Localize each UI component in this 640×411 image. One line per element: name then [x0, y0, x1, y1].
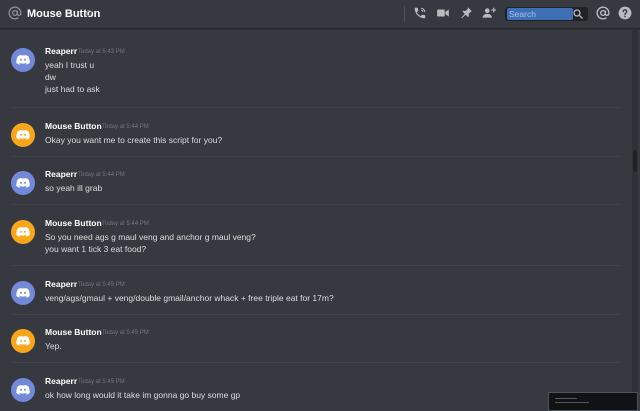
- add-friend-icon[interactable]: [481, 6, 497, 20]
- message-text: yeah I trust u: [45, 60, 95, 70]
- message-timestamp: Today at 5:45 PM: [78, 282, 125, 288]
- scrollbar-thumb[interactable]: [633, 150, 637, 172]
- screen-preview-thumbnail: [548, 392, 638, 411]
- message-text: so yeah ill grab: [45, 183, 103, 193]
- message-divider: [12, 314, 620, 315]
- at-mentions-icon[interactable]: [596, 6, 610, 20]
- message-text: dw: [45, 72, 56, 82]
- message-divider: [12, 362, 620, 363]
- message-timestamp: Today at 5:44 PM: [78, 172, 125, 178]
- avatar[interactable]: [11, 378, 35, 402]
- message-author[interactable]: Mouse Button: [45, 218, 102, 229]
- message-text: So you need ags g maul veng and anchor g…: [45, 232, 256, 242]
- message-author[interactable]: Reaperr: [45, 279, 77, 290]
- message-author[interactable]: Reaperr: [45, 376, 77, 387]
- discord-logo-icon: [16, 178, 30, 188]
- message-text: ok how long would it take im gonna go bu…: [45, 390, 241, 400]
- message-author[interactable]: Reaperr: [45, 169, 77, 180]
- dm-window: Mouse Button Search Reaperr Today at 5:4…: [0, 0, 640, 411]
- discord-logo-icon: [16, 385, 30, 395]
- channel-header: Mouse Button Search: [0, 0, 640, 29]
- message-text: Okay you want me to create this script f…: [45, 135, 223, 145]
- discord-logo-icon: [16, 288, 30, 298]
- scrollbar-track[interactable]: [632, 29, 638, 411]
- avatar[interactable]: [11, 123, 35, 147]
- message-author[interactable]: Reaperr: [45, 46, 77, 57]
- message-divider: [12, 265, 620, 266]
- avatar[interactable]: [11, 48, 35, 72]
- message-timestamp: Today at 5:45 PM: [78, 379, 125, 385]
- avatar[interactable]: [11, 281, 35, 305]
- message-author[interactable]: Mouse Button: [45, 121, 102, 132]
- video-call-icon[interactable]: [436, 6, 450, 20]
- thumbnail-line: [555, 402, 589, 403]
- message-timestamp: Today at 5:44 PM: [102, 221, 149, 227]
- avatar[interactable]: [11, 171, 35, 195]
- pin-icon[interactable]: [459, 6, 473, 20]
- discord-logo-icon: [16, 130, 30, 140]
- offline-status-icon: [86, 10, 92, 16]
- message-timestamp: Today at 5:43 PM: [78, 49, 125, 55]
- message-text: just had to ask: [45, 84, 100, 94]
- at-sign-icon: [8, 6, 22, 20]
- message-author[interactable]: Mouse Button: [45, 327, 102, 338]
- message-text: Yep.: [45, 341, 62, 351]
- search-icon[interactable]: [572, 8, 584, 20]
- message-list[interactable]: Reaperr Today at 5:43 PM yeah I trust u …: [0, 29, 630, 411]
- header-divider: [404, 6, 405, 22]
- discord-logo-icon: [16, 227, 30, 237]
- message-timestamp: Today at 5:44 PM: [102, 124, 149, 130]
- avatar[interactable]: [11, 329, 35, 353]
- search-placeholder: Search: [509, 9, 536, 19]
- avatar[interactable]: [11, 220, 35, 244]
- phone-call-icon[interactable]: [413, 6, 427, 20]
- discord-logo-icon: [16, 55, 30, 65]
- message-text: you want 1 tick 3 eat food?: [45, 244, 147, 254]
- message-divider: [12, 156, 620, 157]
- message-text: veng/ags/gmaul + veng/double gmail/ancho…: [45, 293, 334, 303]
- message-divider: [12, 107, 620, 108]
- message-timestamp: Today at 5:45 PM: [102, 330, 149, 336]
- thumbnail-line: [555, 398, 577, 399]
- discord-logo-icon: [16, 336, 30, 346]
- message-divider: [12, 204, 620, 205]
- help-icon[interactable]: [618, 6, 632, 20]
